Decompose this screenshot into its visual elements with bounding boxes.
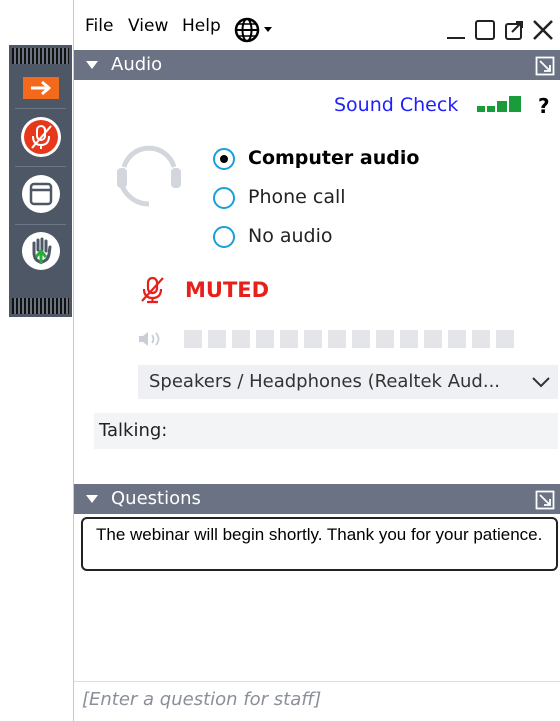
popout-icon — [505, 21, 523, 40]
option-phone-call-label: Phone call — [248, 186, 346, 208]
close-icon — [533, 20, 553, 40]
option-no-audio-label: No audio — [248, 225, 333, 247]
speaker-icon — [139, 332, 160, 346]
globe-icon — [234, 17, 272, 43]
control-bar-grip-bottom[interactable] — [12, 298, 69, 314]
screen-button[interactable] — [9, 172, 72, 216]
signal-bars-icon — [477, 96, 521, 112]
popout-icon — [535, 490, 555, 510]
question-message: The webinar will begin shortly. Thank yo… — [81, 517, 558, 571]
audio-help-button[interactable]: ? — [538, 94, 550, 118]
control-bar-grip-top[interactable] — [12, 48, 69, 64]
toggle-panel-button[interactable] — [9, 74, 72, 102]
minimize-button[interactable] — [445, 19, 467, 45]
maximize-icon — [475, 20, 495, 40]
radio-no-audio[interactable] — [213, 226, 235, 248]
menu-file[interactable]: File — [85, 16, 113, 36]
arrow-right-icon — [22, 77, 59, 99]
collapse-triangle-icon — [86, 61, 98, 69]
signal-strength-indicator — [477, 96, 523, 118]
language-menu[interactable] — [234, 17, 280, 47]
menu-help[interactable]: Help — [182, 16, 221, 36]
audio-device-value: Speakers / Headphones (Realtek Aud... — [149, 371, 501, 392]
hand-icon — [21, 232, 60, 270]
speaker-icon-wrapper — [137, 330, 167, 352]
muted-status-text: MUTED — [185, 278, 270, 302]
talking-label: Talking: — [99, 420, 168, 441]
option-computer-audio-label: Computer audio — [248, 147, 420, 169]
minimize-icon — [447, 37, 465, 39]
microphone-muted-icon — [141, 276, 164, 304]
microphone-button[interactable] — [9, 115, 72, 159]
question-input[interactable]: [Enter a question for staff] — [82, 689, 321, 710]
audio-status-spinner — [114, 141, 184, 215]
headset-spinner-icon — [117, 145, 181, 207]
raise-hand-button[interactable] — [9, 229, 72, 273]
questions-popout-button[interactable] — [535, 490, 555, 515]
radio-computer-audio[interactable] — [213, 148, 235, 170]
close-button[interactable] — [531, 19, 555, 45]
menu-view[interactable]: View — [128, 16, 168, 36]
menu-bar: File View Help — [74, 10, 560, 48]
maximize-button[interactable] — [474, 19, 496, 45]
popout-window-button[interactable] — [503, 19, 525, 45]
collapse-triangle-icon — [86, 495, 98, 503]
chevron-down-icon — [531, 374, 551, 393]
control-bar — [9, 45, 72, 317]
radio-phone-call[interactable] — [213, 187, 235, 209]
audio-section-header[interactable]: Audio — [74, 50, 560, 80]
audio-popout-button[interactable] — [535, 56, 555, 81]
sound-check-link[interactable]: Sound Check — [334, 94, 458, 116]
muted-microphone-button[interactable] — [138, 276, 168, 308]
questions-section-header[interactable]: Questions — [74, 484, 560, 514]
control-panel: File View Help Audio Sound Check ? Compu… — [73, 0, 560, 721]
popout-icon — [535, 56, 555, 76]
talking-row: Talking: — [94, 413, 558, 449]
microphone-muted-icon — [20, 117, 61, 157]
audio-device-select[interactable]: Speakers / Headphones (Realtek Aud... — [138, 365, 558, 399]
input-divider — [74, 681, 560, 682]
window-icon — [21, 175, 60, 213]
questions-title: Questions — [111, 488, 201, 509]
audio-title: Audio — [111, 54, 163, 75]
